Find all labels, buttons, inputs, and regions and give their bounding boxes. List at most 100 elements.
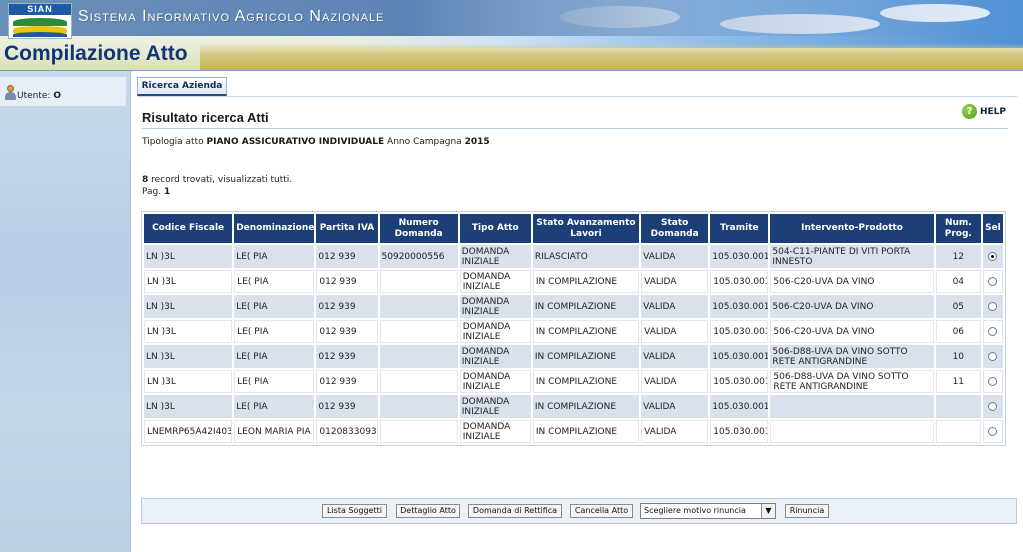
select-cell[interactable]	[982, 395, 1003, 418]
denominazione-cell: LEON MARIA PIA	[234, 420, 315, 443]
page-label: Pag.	[142, 187, 162, 197]
campagna-value: 2015	[464, 137, 490, 147]
results-table-wrapper: Codice Fiscale Denominazione Partita IVA Nu…	[141, 211, 1006, 446]
logo-wave-icon	[13, 32, 67, 37]
select-cell[interactable]	[982, 345, 1003, 368]
sian-logo[interactable]: SIAN	[8, 3, 72, 39]
chevron-down-icon[interactable]: ▼	[761, 504, 775, 518]
intervento-prodotto-cell: 506-D88-UVA DA VINO SOTTO RETE ANTIGRAND…	[770, 370, 934, 393]
partita-iva-cell: 01208330939	[316, 420, 378, 443]
dettaglio-atto-button[interactable]: Dettaglio Atto	[396, 504, 460, 518]
stato-avanzamento-cell: IN COMPILAZIONE	[532, 295, 640, 318]
tab-ricerca-azienda[interactable]: Ricerca Azienda	[137, 77, 227, 96]
select-cell[interactable]	[982, 270, 1003, 293]
rinuncia-button[interactable]: Rinuncia	[785, 504, 829, 518]
num-prog-cell: 04	[935, 270, 981, 293]
tramite-cell: 105.030.001	[710, 345, 769, 368]
intervento-prodotto-cell: 506-D88-UVA DA VINO SOTTO RETE ANTIGRAND…	[770, 345, 934, 368]
table-row[interactable]: LNEMRP65A42I403L LEON MARIA PIA 0120833093…	[144, 420, 1003, 443]
num-prog-cell: 10	[935, 345, 981, 368]
num-prog-cell: 11	[935, 370, 981, 393]
tipo-atto-cell: DOMANDA INIZIALE	[459, 295, 531, 318]
tramite-cell: 105.030.001	[710, 420, 769, 443]
numero-domanda-cell	[379, 395, 458, 418]
table-row[interactable]: LN )3L LE( PIA 012 939 DOMANDA INIZIALE IN C…	[144, 345, 1003, 368]
results-table: Codice Fiscale Denominazione Partita IVA Nu…	[141, 211, 1006, 446]
domanda-rettifica-button[interactable]: Domanda di Rettifica	[468, 504, 562, 518]
campagna-label: Anno Campagna	[387, 137, 462, 147]
select-radio[interactable]	[988, 301, 998, 311]
select-radio[interactable]	[988, 401, 998, 411]
denominazione-cell: LE( PIA	[234, 295, 315, 318]
num-prog-cell: 12	[935, 245, 981, 268]
section-divider	[142, 128, 1008, 129]
lista-soggetti-button[interactable]: Lista Soggetti	[322, 504, 387, 518]
page-number: 1	[164, 187, 171, 197]
records-info: 8 record trovati, visualizzati tutti.	[142, 175, 292, 185]
intervento-prodotto-cell: 506-C20-UVA DA VINO	[770, 270, 934, 293]
table-row[interactable]: LN )3L LE( PIA 012 939 DOMANDA INIZIALE IN C…	[144, 270, 1003, 293]
select-cell[interactable]	[982, 295, 1003, 318]
column-header: Intervento-Prodotto	[770, 214, 934, 243]
tramite-cell: 105.030.001	[710, 395, 769, 418]
select-radio[interactable]	[988, 376, 998, 386]
intervento-prodotto-cell: 504-C11-PIANTE DI VITI PORTA INNESTO	[770, 245, 934, 268]
numero-domanda-cell	[379, 320, 458, 343]
codice-fiscale-cell: LN )3L	[144, 295, 233, 318]
select-radio[interactable]	[988, 351, 998, 361]
select-cell[interactable]	[982, 370, 1003, 393]
tipo-atto-cell: DOMANDA INIZIALE	[459, 345, 531, 368]
tramite-cell: 105.030.001	[710, 270, 769, 293]
main-content: Ricerca Azienda Risultato ricerca Atti ?…	[131, 71, 1023, 552]
logo-text: SIAN	[9, 4, 71, 15]
stato-domanda-cell: VALIDA	[641, 245, 709, 268]
logo-wave-icon	[13, 18, 67, 26]
section-title: Risultato ricerca Atti	[142, 110, 269, 125]
column-header: Codice Fiscale	[144, 214, 233, 243]
user-icon	[5, 85, 16, 101]
denominazione-cell: LE( PIA	[234, 245, 315, 268]
codice-fiscale-cell: LN )3L	[144, 395, 233, 418]
num-prog-cell	[935, 395, 981, 418]
denominazione-cell: LE( PIA	[234, 345, 315, 368]
tipologia-value: PIANO ASSICURATIVO INDIVIDUALE	[206, 137, 385, 147]
codice-fiscale-cell: LN )3L	[144, 245, 233, 268]
help-label[interactable]: HELP	[980, 107, 1006, 117]
stato-avanzamento-cell: IN COMPILAZIONE	[532, 345, 640, 368]
table-row[interactable]: LN )3L LE( PIA 012 939 DOMANDA INIZIALE IN C…	[144, 295, 1003, 318]
stato-domanda-cell: VALIDA	[641, 370, 709, 393]
help-icon[interactable]: ?	[961, 104, 977, 119]
table-row[interactable]: LN )3L LE( PIA 012 939 DOMANDA INIZIALE IN C…	[144, 370, 1003, 393]
select-cell[interactable]	[982, 420, 1003, 443]
cancella-atto-button[interactable]: Cancella Atto	[570, 504, 633, 518]
motivo-rinuncia-select[interactable]: Scegliere motivo rinuncia ▼	[640, 503, 776, 519]
stato-avanzamento-cell: IN COMPILAZIONE	[532, 420, 640, 443]
partita-iva-cell: 012 939	[316, 320, 378, 343]
select-radio[interactable]	[988, 276, 998, 286]
tipo-atto-cell: DOMANDA INIZIALE	[459, 420, 531, 443]
denominazione-cell: LE( PIA	[234, 395, 315, 418]
stato-domanda-cell: VALIDA	[641, 270, 709, 293]
numero-domanda-cell	[379, 420, 458, 443]
table-row[interactable]: LN )3L LE( PIA 012 939 50920000556 DOMANDA I…	[144, 245, 1003, 268]
column-header: Stato Avanzamento Lavori	[532, 214, 640, 243]
select-radio[interactable]	[988, 426, 998, 436]
select-cell[interactable]	[982, 320, 1003, 343]
table-row[interactable]: LN )3L LE( PIA 012 939 DOMANDA INIZIALE IN C…	[144, 395, 1003, 418]
num-prog-cell: 06	[935, 320, 981, 343]
table-header-row: Codice Fiscale Denominazione Partita IVA Nu…	[144, 214, 1003, 243]
select-cell[interactable]	[982, 245, 1003, 268]
action-bar: Lista Soggetti Dettaglio Atto Domanda di…	[141, 498, 1017, 524]
select-radio[interactable]	[988, 251, 998, 261]
tramite-cell: 105.030.001	[710, 245, 769, 268]
numero-domanda-cell	[379, 295, 458, 318]
tramite-cell: 105.030.001	[710, 295, 769, 318]
select-radio[interactable]	[988, 326, 998, 336]
stato-domanda-cell: VALIDA	[641, 395, 709, 418]
user-label: Utente: O	[17, 91, 61, 101]
table-row[interactable]: LN )3L LE( PIA 012 939 DOMANDA INIZIALE IN C…	[144, 320, 1003, 343]
tipologia-label: Tipologia atto	[142, 137, 204, 147]
help-link[interactable]: ? HELP	[961, 104, 1006, 119]
denominazione-cell: LE( PIA	[234, 370, 315, 393]
records-text: record trovati, visualizzati tutti.	[151, 175, 293, 185]
